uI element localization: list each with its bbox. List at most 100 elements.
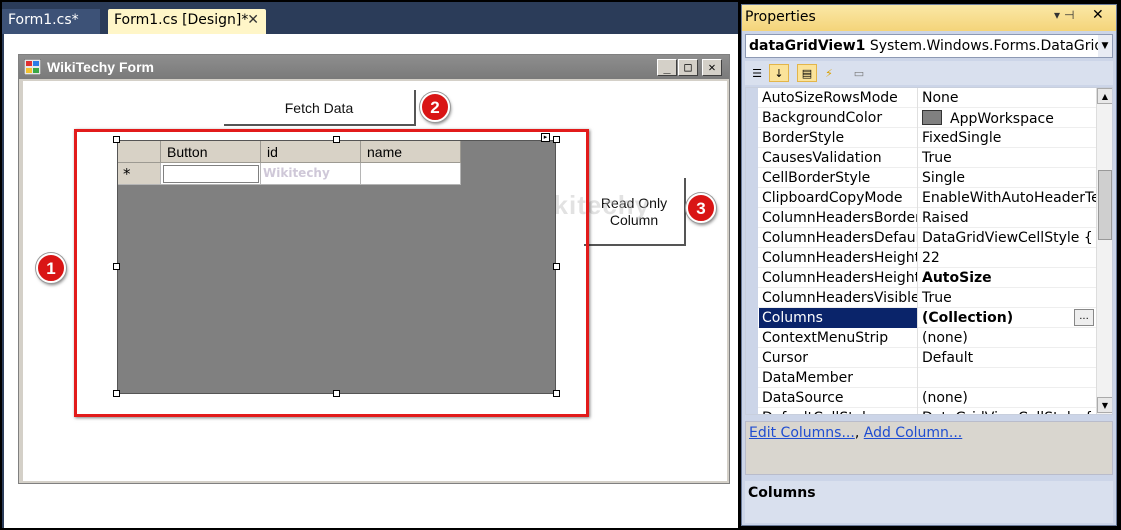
property-gutter: [746, 388, 758, 408]
property-pages-icon[interactable]: ▭: [849, 64, 869, 82]
property-value[interactable]: AppWorkspace: [919, 108, 1096, 128]
resize-handle[interactable]: [553, 263, 560, 270]
properties-panel: Properties ▾⊣ ✕ dataGridView1 System.Win…: [741, 4, 1117, 526]
resize-handle[interactable]: [333, 390, 340, 397]
scroll-thumb[interactable]: [1098, 170, 1112, 240]
property-row[interactable]: ContextMenuStrip (none): [746, 328, 1096, 348]
properties-toolbar: ☰ ↓ ▤ ⚡ ▭: [745, 61, 1113, 85]
edit-columns-link[interactable]: Edit Columns...: [749, 425, 855, 441]
property-value[interactable]: [919, 368, 1096, 388]
property-value[interactable]: None: [919, 88, 1096, 108]
property-value-text: Default: [922, 350, 974, 366]
add-column-link[interactable]: Add Column...: [864, 425, 963, 441]
property-row[interactable]: CausesValidation True: [746, 148, 1096, 168]
vertical-scrollbar[interactable]: ▲ ▼: [1096, 88, 1112, 414]
property-row[interactable]: ColumnHeadersVisible True: [746, 288, 1096, 308]
resize-handle[interactable]: [113, 136, 120, 143]
resize-handle[interactable]: [553, 136, 560, 143]
alphabetical-icon[interactable]: ↓: [769, 64, 789, 82]
resize-handle[interactable]: [113, 263, 120, 270]
minimize-button[interactable]: _: [657, 59, 677, 76]
property-row[interactable]: BorderStyle FixedSingle: [746, 128, 1096, 148]
panel-options-icons[interactable]: ▾⊣: [1054, 8, 1078, 22]
property-gutter: [746, 168, 758, 188]
id-cell[interactable]: Wikitechy: [261, 163, 361, 185]
property-name: ColumnHeadersVisible: [759, 288, 918, 308]
datagridview[interactable]: Button id name * Wikitechy: [117, 140, 556, 394]
dropdown-icon[interactable]: ▾: [1054, 8, 1064, 22]
property-gutter: [746, 88, 758, 108]
property-name: ClipboardCopyMode: [759, 188, 918, 208]
property-value[interactable]: Single: [919, 168, 1096, 188]
property-value-text: Raised: [922, 210, 969, 226]
property-value[interactable]: (none): [919, 388, 1096, 408]
property-value-text: FixedSingle: [922, 130, 1002, 146]
property-row[interactable]: AutoSizeRowsMode None: [746, 88, 1096, 108]
name-cell[interactable]: [361, 163, 461, 185]
new-row-marker[interactable]: *: [118, 163, 161, 185]
tab-form1-code[interactable]: Form1.cs*: [2, 9, 100, 34]
property-value[interactable]: Default: [919, 348, 1096, 368]
property-gutter: [746, 308, 758, 328]
property-name: CausesValidation: [759, 148, 918, 168]
categorized-icon[interactable]: ☰: [747, 64, 767, 82]
close-icon[interactable]: ✕: [1092, 7, 1108, 25]
row-header-corner[interactable]: [118, 141, 161, 163]
property-value[interactable]: 22: [919, 248, 1096, 268]
property-row[interactable]: Columns (Collection)...: [746, 308, 1096, 328]
property-value[interactable]: Raised: [919, 208, 1096, 228]
property-row[interactable]: ColumnHeadersDefaultC DataGridViewCellSty…: [746, 228, 1096, 248]
property-value[interactable]: FixedSingle: [919, 128, 1096, 148]
smart-tag-icon[interactable]: ▸: [541, 133, 550, 142]
tab-form1-design[interactable]: Form1.cs [Design]* ✕: [108, 9, 266, 34]
close-icon[interactable]: ✕: [247, 12, 259, 28]
property-value[interactable]: EnableWithAutoHeaderText: [919, 188, 1096, 208]
object-selector[interactable]: dataGridView1 System.Windows.Forms.DataG…: [745, 34, 1113, 58]
scroll-down-icon[interactable]: ▼: [1097, 397, 1112, 413]
property-value[interactable]: DataGridViewCellStyle { Back: [919, 228, 1096, 248]
callout-badge-1: 1: [36, 253, 66, 283]
button-cell[interactable]: [161, 163, 261, 185]
property-value[interactable]: (Collection): [919, 308, 1096, 328]
property-value[interactable]: AutoSize: [919, 268, 1096, 288]
property-name: ColumnHeadersBorderSt: [759, 208, 918, 228]
scroll-up-icon[interactable]: ▲: [1097, 88, 1112, 104]
property-value[interactable]: DataGridViewCellStyle { Back: [919, 408, 1096, 414]
property-value-text: AutoSize: [922, 270, 992, 286]
cell-button-face[interactable]: [163, 165, 259, 183]
property-value[interactable]: True: [919, 288, 1096, 308]
property-value-text: AppWorkspace: [950, 111, 1054, 127]
column-header-name[interactable]: name: [361, 141, 461, 163]
resize-handle[interactable]: [113, 390, 120, 397]
window-close-button[interactable]: ✕: [702, 59, 722, 76]
fetch-data-button[interactable]: Fetch Data: [224, 90, 416, 126]
property-row[interactable]: BackgroundColor AppWorkspace: [746, 108, 1096, 128]
property-row[interactable]: ColumnHeadersBorderSt Raised: [746, 208, 1096, 228]
property-row[interactable]: DataMember: [746, 368, 1096, 388]
property-value[interactable]: (none): [919, 328, 1096, 348]
property-value-text: (none): [922, 330, 968, 346]
chevron-down-icon[interactable]: ▼: [1098, 35, 1112, 57]
property-value-text: (none): [922, 390, 968, 406]
resize-handle[interactable]: [333, 136, 340, 143]
column-header-button[interactable]: Button: [161, 141, 261, 163]
properties-icon[interactable]: ▤: [797, 64, 817, 82]
property-row[interactable]: Cursor Default: [746, 348, 1096, 368]
resize-handle[interactable]: [553, 390, 560, 397]
property-row[interactable]: ColumnHeadersHeight 22: [746, 248, 1096, 268]
column-header-id[interactable]: id: [261, 141, 361, 163]
property-row[interactable]: DataSource (none): [746, 388, 1096, 408]
property-value[interactable]: True: [919, 148, 1096, 168]
property-name: Columns: [759, 308, 918, 328]
ellipsis-button[interactable]: ...: [1074, 309, 1094, 326]
maximize-button[interactable]: □: [678, 59, 698, 76]
property-row[interactable]: CellBorderStyle Single: [746, 168, 1096, 188]
property-row[interactable]: ClipboardCopyMode EnableWithAutoHeaderTex…: [746, 188, 1096, 208]
property-row[interactable]: DefaultCellStyle DataGridViewCellStyle { …: [746, 408, 1096, 414]
property-gutter: [746, 408, 758, 414]
property-row[interactable]: ColumnHeadersHeightSi AutoSize: [746, 268, 1096, 288]
pin-icon[interactable]: ⊣: [1064, 8, 1078, 22]
tab-label: Form1.cs*: [8, 12, 79, 28]
events-lightning-icon[interactable]: ⚡: [819, 64, 839, 82]
description-title: Columns: [748, 485, 816, 501]
